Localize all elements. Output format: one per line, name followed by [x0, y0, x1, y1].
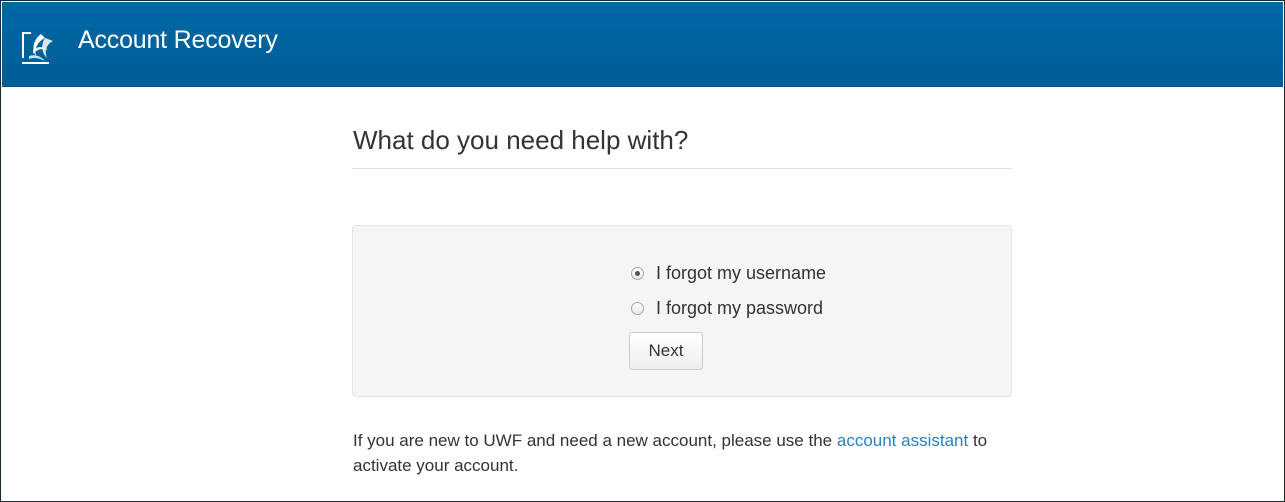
option-label: I forgot my username — [656, 262, 827, 283]
page-title: What do you need help with? — [353, 125, 689, 155]
option-forgot-password[interactable]: I forgot my password — [631, 297, 823, 319]
account-assistant-link[interactable]: account assistant — [837, 431, 968, 450]
recovery-options-panel: I forgot my username I forgot my passwor… — [352, 225, 1012, 397]
app-header: Account Recovery — [2, 2, 1283, 87]
password-radio[interactable] — [631, 301, 644, 315]
option-label: I forgot my password — [656, 297, 824, 318]
uwf-logo-icon — [22, 32, 53, 64]
app-title: Account Recovery — [78, 26, 278, 54]
notice-text-before: If you are new to UWF and need a new acc… — [353, 431, 837, 450]
next-button[interactable]: Next — [629, 332, 703, 370]
option-forgot-username[interactable]: I forgot my username — [631, 262, 826, 284]
page-frame: Account Recovery What do you need help w… — [0, 0, 1285, 502]
title-divider — [352, 168, 1012, 169]
new-account-notice: If you are new to UWF and need a new acc… — [353, 428, 1013, 478]
username-radio[interactable] — [631, 266, 644, 280]
